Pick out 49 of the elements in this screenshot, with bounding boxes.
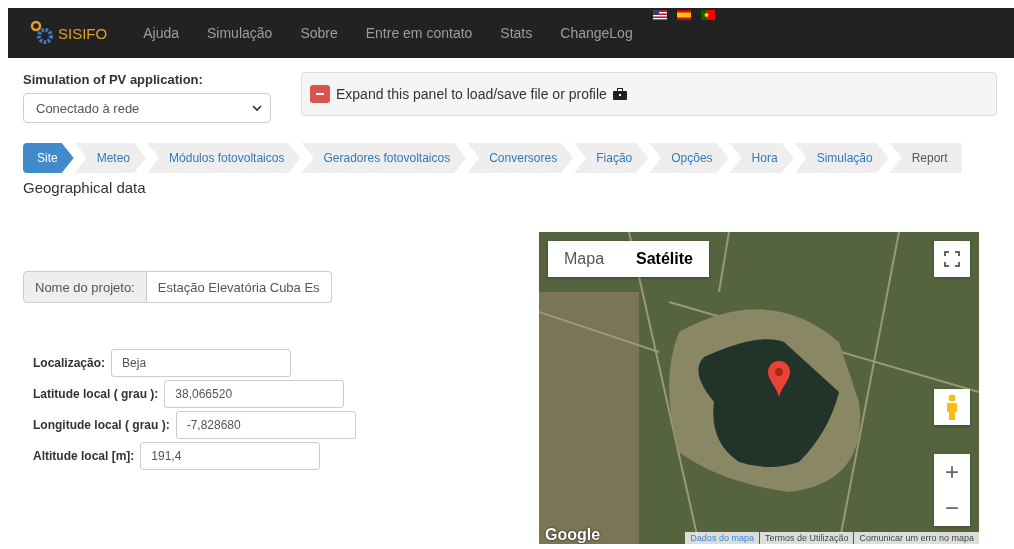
person-icon <box>945 394 959 420</box>
collapse-button[interactable] <box>310 85 330 103</box>
application-label: Simulation of PV application: <box>23 72 204 87</box>
zoom-out-button[interactable]: − <box>934 490 970 526</box>
map-type-tab[interactable]: Mapa <box>548 241 621 277</box>
nav-link[interactable]: ChangeLog <box>546 25 647 41</box>
zoom-in-button[interactable]: + <box>934 454 970 490</box>
field-label: Altitude local [m]: <box>33 449 135 463</box>
map-footer-link[interactable]: Comunicar um erro no mapa <box>854 532 979 544</box>
google-logo: Google <box>545 526 601 544</box>
wizard-tab[interactable]: Geradores fotovoltaicos <box>301 143 467 173</box>
map-pin-icon <box>767 360 791 398</box>
flag-icon[interactable] <box>652 10 667 20</box>
wizard-tab[interactable]: Meteo <box>74 143 147 173</box>
section-title: Geographical data <box>23 179 147 196</box>
satellite-map[interactable]: Mapa Satélite + − Google Dados do mapa Termos de Utilização Comunicar um erro no mapa <box>539 232 979 544</box>
flag-icon[interactable] <box>676 10 691 20</box>
wizard-tab[interactable]: Opções <box>649 143 729 173</box>
nav-link[interactable]: Stats <box>486 25 547 41</box>
map-footer-link[interactable]: Termos de Utilização <box>759 532 854 544</box>
input-field[interactable]: 191,4 <box>140 442 321 470</box>
wizard-tab[interactable]: Simulação <box>794 143 889 173</box>
wizard-tab[interactable]: Hora <box>729 143 794 173</box>
nav-link[interactable]: Ajuda <box>129 25 193 41</box>
flag-icon[interactable] <box>700 10 715 20</box>
gear-logo-icon <box>30 20 56 46</box>
wizard-tab[interactable]: Fiação <box>574 143 649 173</box>
nav-link[interactable]: Entre em contato <box>351 25 487 41</box>
wizard-tab[interactable]: Conversores <box>467 143 574 173</box>
map-type-tab[interactable]: Satélite <box>620 241 709 277</box>
field-label: Localização: <box>33 356 106 370</box>
chevron-down-icon <box>252 104 262 112</box>
wizard-tab[interactable]: Report <box>889 143 962 173</box>
fullscreen-icon <box>944 251 960 267</box>
input-field[interactable]: Beja <box>111 349 292 377</box>
nav-link[interactable]: Sobre <box>286 25 352 41</box>
application-select[interactable]: Conectado à rede <box>23 93 271 123</box>
wizard-tab[interactable]: Módulos fotovoltaicos <box>147 143 301 173</box>
input-field[interactable]: -7,828680 <box>175 411 356 439</box>
field-label: Latitude local ( grau ): <box>33 387 159 401</box>
wizard-tab[interactable]: Site <box>23 143 74 173</box>
panel-text: Expand this panel to load/save file or profile <box>336 86 607 102</box>
nav-link[interactable]: Simulação <box>193 25 287 41</box>
field-label: Longitude local ( grau ): <box>33 418 170 432</box>
fullscreen-button[interactable] <box>934 241 970 277</box>
input-field[interactable]: 38,066520 <box>164 380 345 408</box>
brand-name[interactable]: SISIFO <box>58 24 108 42</box>
briefcase-icon <box>612 88 627 100</box>
project-name-field[interactable]: Nome do projeto: Estação Elevatória Cuba Es <box>23 271 539 303</box>
